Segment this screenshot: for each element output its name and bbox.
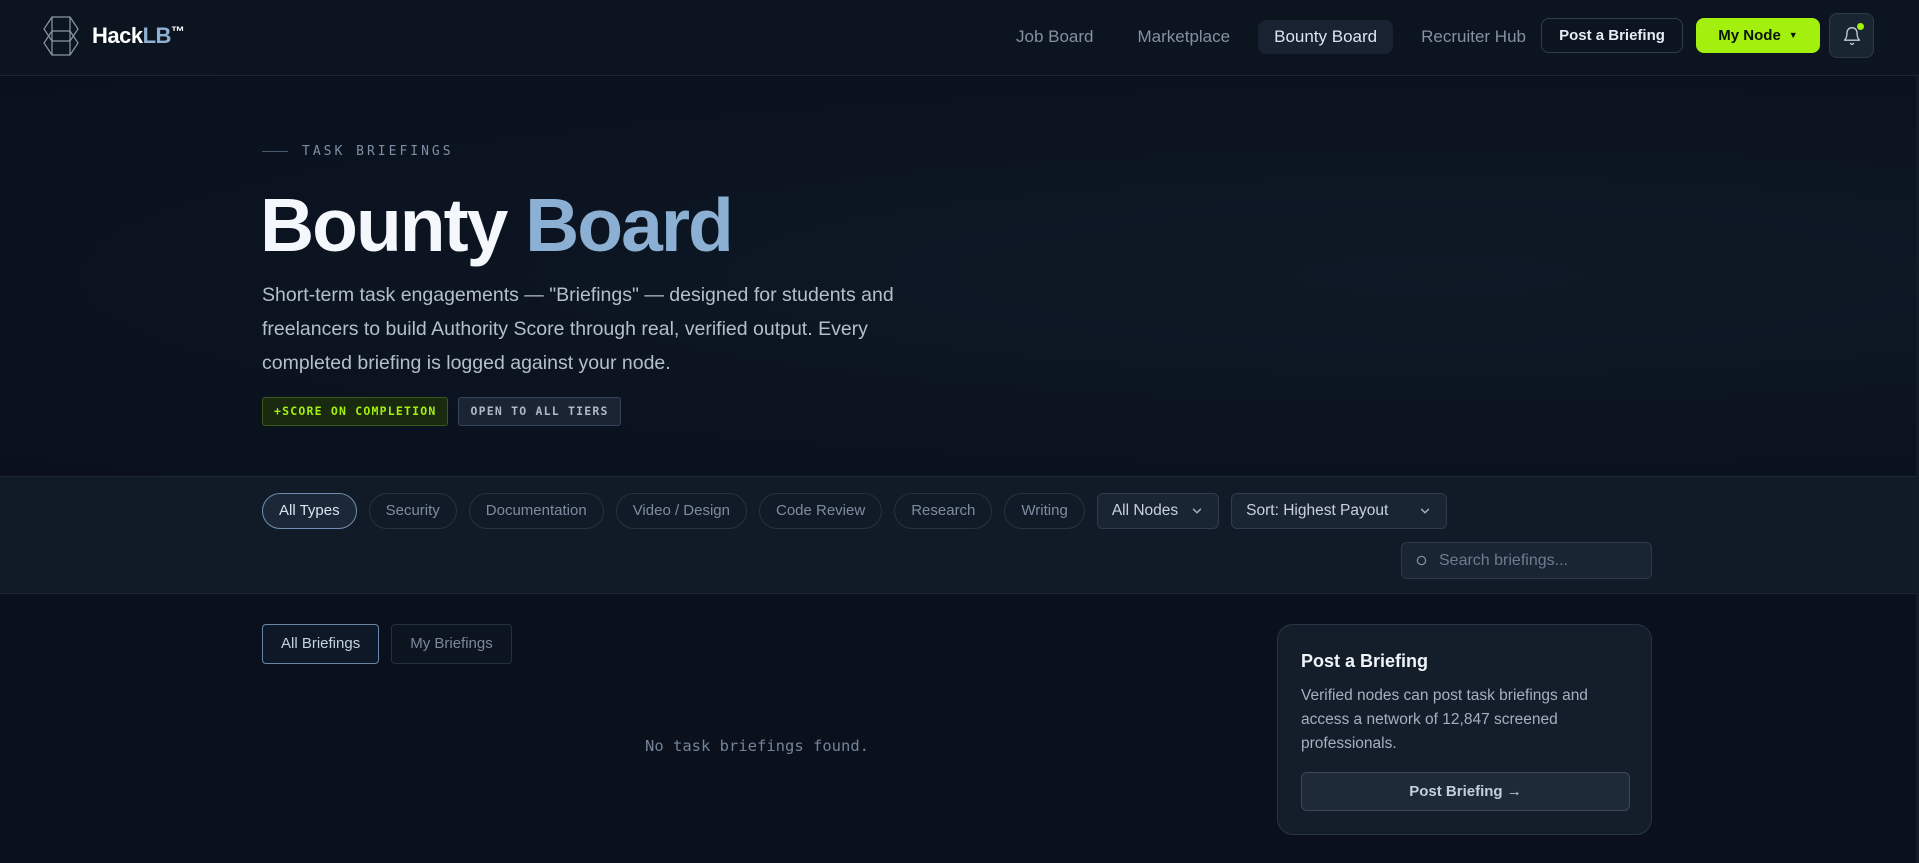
search-input[interactable] xyxy=(1439,551,1639,570)
filter-bar: All Types Security Documentation Video /… xyxy=(0,476,1919,594)
chip-code-review[interactable]: Code Review xyxy=(758,493,883,529)
post-briefing-nav-button[interactable]: Post a Briefing xyxy=(1541,18,1683,53)
brand-logo-link[interactable]: HackLB™ xyxy=(40,15,185,57)
post-briefing-button[interactable]: Post Briefing → xyxy=(1301,772,1630,811)
search-icon xyxy=(1416,555,1427,566)
empty-state-message: No task briefings found. xyxy=(645,737,869,755)
my-node-label: My Node xyxy=(1718,27,1781,44)
kicker-text: TASK BRIEFINGS xyxy=(302,144,454,159)
chevron-down-icon xyxy=(1421,508,1430,514)
nav-link-marketplace[interactable]: Marketplace xyxy=(1122,20,1247,54)
briefing-tabs: All Briefings My Briefings xyxy=(262,624,512,664)
chip-video-design[interactable]: Video / Design xyxy=(615,493,747,529)
card-description: Verified nodes can post task briefings a… xyxy=(1301,687,1588,752)
chip-security[interactable]: Security xyxy=(368,493,457,529)
chip-writing[interactable]: Writing xyxy=(1004,493,1085,529)
hero-section: TASK BRIEFINGS Bounty Board Short-term t… xyxy=(0,76,1919,476)
hero-description: Short-term task engagements — "Briefings… xyxy=(262,284,894,374)
nav-link-bounty-board[interactable]: Bounty Board xyxy=(1258,20,1394,54)
top-navbar: HackLB™ Job Board Marketplace Bounty Boa… xyxy=(0,0,1919,76)
post-briefing-card: Post a Briefing Verified nodes can post … xyxy=(1277,624,1652,835)
page-title-word-1: Bounty xyxy=(260,183,508,267)
nav-link-job-board[interactable]: Job Board xyxy=(1000,20,1110,54)
chip-documentation[interactable]: Documentation xyxy=(468,493,604,529)
nodes-select[interactable]: All Nodes xyxy=(1096,493,1220,529)
page-title-word-2: Board xyxy=(525,183,734,267)
notification-dot xyxy=(1857,23,1864,30)
search-box xyxy=(1401,542,1652,579)
tab-my-briefings[interactable]: My Briefings xyxy=(391,624,512,664)
card-title: Post a Briefing xyxy=(1301,651,1429,671)
nav-links: Job Board Marketplace Bounty Board Recru… xyxy=(1000,20,1542,54)
nodes-select-value: All Nodes xyxy=(1111,502,1179,519)
notifications-button[interactable] xyxy=(1829,13,1874,58)
tab-all-briefings[interactable]: All Briefings xyxy=(262,624,380,664)
page-title: Bounty Board xyxy=(260,180,734,270)
chevron-down-icon xyxy=(1192,508,1202,514)
sort-select[interactable]: Sort: Highest Payout xyxy=(1231,493,1448,529)
sort-select-value: Sort: Highest Payout xyxy=(1246,502,1389,519)
caret-down-icon: ▼ xyxy=(1788,30,1798,40)
hero-kicker: TASK BRIEFINGS xyxy=(262,144,454,159)
my-node-dropdown-button[interactable]: My Node ▼ xyxy=(1696,18,1820,53)
kicker-line xyxy=(262,151,288,152)
brand-name: HackLB™ xyxy=(92,23,185,48)
chip-all-types[interactable]: All Types xyxy=(262,493,357,529)
type-filter-chips: All Types Security Documentation Video /… xyxy=(262,493,1448,529)
tag-score-on-completion: +SCORE ON COMPLETION xyxy=(262,397,449,426)
nav-link-recruiter-hub[interactable]: Recruiter Hub xyxy=(1405,20,1542,54)
tag-open-to-all-tiers: OPEN TO ALL TIERS xyxy=(458,397,621,426)
hero-tags: +SCORE ON COMPLETION OPEN TO ALL TIERS xyxy=(262,397,621,426)
cube-logo-icon xyxy=(43,16,79,56)
chip-research[interactable]: Research xyxy=(894,493,993,529)
